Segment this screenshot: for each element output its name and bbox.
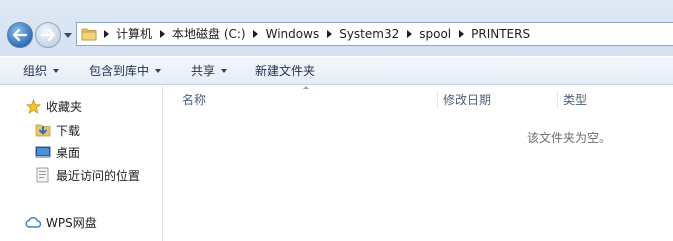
address-bar[interactable]: 计算机 本地磁盘 (C:) Windows System32 spool PRI…	[76, 22, 673, 46]
breadcrumb-separator-icon[interactable]	[455, 22, 467, 46]
address-row: 计算机 本地磁盘 (C:) Windows System32 spool PRI…	[0, 0, 673, 56]
breadcrumb-local-disk[interactable]: 本地磁盘 (C:)	[168, 22, 250, 46]
include-in-library-button[interactable]: 包含到库中	[82, 60, 168, 82]
downloads-folder-icon	[35, 122, 51, 138]
cloud-icon	[25, 214, 41, 230]
back-arrow-icon	[13, 29, 27, 41]
column-header-name[interactable]: 名称	[182, 86, 437, 112]
breadcrumb-separator-icon[interactable]	[100, 22, 112, 46]
breadcrumb-spool[interactable]: spool	[415, 22, 455, 46]
nav-item-label: 桌面	[56, 145, 81, 160]
column-header-type[interactable]: 类型	[563, 86, 663, 112]
nav-item-label: 下载	[56, 123, 81, 138]
nav-item-label: 收藏夹	[46, 99, 83, 114]
forward-button[interactable]	[35, 22, 61, 48]
breadcrumb-separator-icon[interactable]	[323, 22, 335, 46]
column-header-date-modified[interactable]: 修改日期	[443, 86, 557, 112]
column-header-label: 名称	[182, 92, 207, 107]
chevron-down-icon	[64, 32, 72, 38]
share-label: 共享	[191, 64, 216, 78]
breadcrumb-separator-icon[interactable]	[403, 22, 415, 46]
column-header-label: 修改日期	[443, 92, 492, 107]
back-button[interactable]	[7, 22, 33, 48]
new-folder-button[interactable]: 新建文件夹	[248, 60, 322, 82]
include-library-label: 包含到库中	[89, 64, 150, 78]
column-divider[interactable]	[437, 90, 438, 108]
breadcrumb-separator-icon[interactable]	[250, 22, 262, 46]
column-header-label: 类型	[563, 92, 588, 107]
file-list[interactable]: 名称 修改日期 类型 该文件夹为空。	[164, 86, 673, 241]
navigation-pane: 收藏夹 下载 桌面 最近访问的位置 WPS网盘	[0, 86, 163, 241]
forward-arrow-icon	[41, 29, 55, 41]
recent-places-icon	[35, 167, 51, 183]
breadcrumb-windows[interactable]: Windows	[262, 22, 324, 46]
empty-folder-message: 该文件夹为空。	[527, 131, 612, 145]
share-button[interactable]: 共享	[184, 60, 234, 82]
breadcrumb-separator-icon[interactable]	[156, 22, 168, 46]
organize-label: 组织	[23, 64, 48, 78]
nav-item-downloads[interactable]: 下载	[35, 120, 80, 140]
command-bar: 组织 包含到库中 共享 新建文件夹	[0, 56, 673, 85]
nav-item-label: 最近访问的位置	[56, 168, 141, 183]
breadcrumb-system32[interactable]: System32	[335, 22, 403, 46]
dropdown-arrow-icon	[221, 68, 228, 73]
new-folder-label: 新建文件夹	[255, 64, 316, 78]
breadcrumb-printers[interactable]: PRINTERS	[467, 22, 534, 46]
dropdown-arrow-icon	[53, 68, 60, 73]
column-divider[interactable]	[557, 90, 558, 108]
nav-item-favorites[interactable]: 收藏夹	[25, 96, 82, 116]
nav-item-recent-places[interactable]: 最近访问的位置	[35, 165, 140, 185]
nav-item-desktop[interactable]: 桌面	[35, 142, 80, 162]
folder-icon	[81, 28, 97, 41]
desktop-icon	[35, 144, 51, 160]
nav-item-label: WPS网盘	[46, 215, 97, 230]
breadcrumb-computer[interactable]: 计算机	[112, 22, 156, 46]
star-icon	[25, 98, 41, 114]
recent-pages-button[interactable]	[63, 30, 73, 40]
dropdown-arrow-icon	[155, 68, 162, 73]
organize-button[interactable]: 组织	[16, 60, 66, 82]
nav-item-wps-cloud[interactable]: WPS网盘	[25, 212, 97, 232]
